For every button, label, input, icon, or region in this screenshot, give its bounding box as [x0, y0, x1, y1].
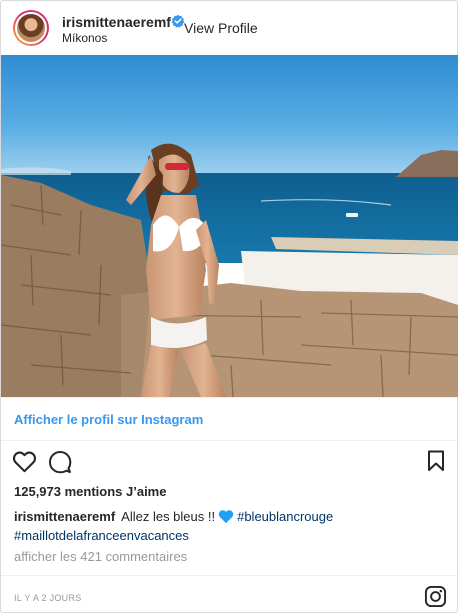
caption-username[interactable]: irismittenaeremf — [14, 509, 115, 524]
instagram-embed-card: irismittenaeremf View Profile Míkonos Af… — [0, 0, 458, 613]
avatar[interactable] — [13, 10, 49, 46]
view-comments-link[interactable]: afficher les 421 commentaires — [14, 549, 187, 564]
post-caption: irismittenaeremf Allez les bleus !! #bleub… — [14, 507, 434, 545]
likes-count[interactable]: 125,973 mentions J’aime — [14, 484, 166, 499]
instagram-logo-icon[interactable] — [424, 585, 447, 608]
view-profile-link[interactable]: View Profile — [184, 20, 258, 36]
divider — [1, 440, 457, 441]
caption-text: Allez les bleus !! — [121, 509, 216, 524]
username-link[interactable]: irismittenaeremf — [62, 14, 171, 30]
bookmark-icon[interactable] — [427, 450, 445, 472]
post-photo-image — [1, 55, 458, 397]
view-on-instagram-link[interactable]: Afficher le profil sur Instagram — [14, 412, 203, 427]
blue-heart-emoji — [218, 510, 234, 524]
hashtag-link[interactable]: #bleublancrouge — [237, 509, 333, 524]
hashtag-link[interactable]: #maillotdelafranceenvacances — [14, 528, 189, 543]
post-timestamp: IL Y A 2 JOURS — [14, 593, 82, 603]
avatar-image — [15, 12, 47, 44]
heart-outline-icon[interactable] — [12, 450, 37, 473]
divider — [1, 575, 457, 576]
divider — [1, 397, 457, 398]
post-photo[interactable] — [1, 55, 458, 397]
comment-bubble-icon[interactable] — [48, 450, 72, 474]
location-link[interactable]: Míkonos — [62, 31, 107, 45]
post-header: irismittenaeremf View Profile Míkonos — [1, 1, 457, 55]
verified-badge-icon — [171, 14, 185, 28]
